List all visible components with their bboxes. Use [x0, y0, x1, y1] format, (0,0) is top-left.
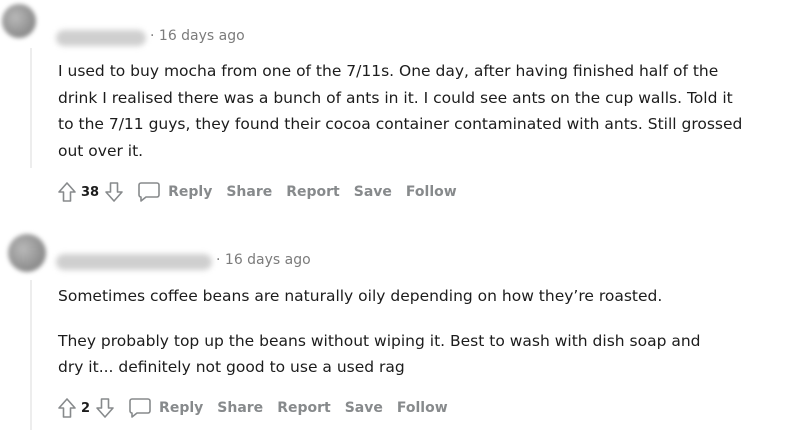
upvote-arrow-icon[interactable] [56, 396, 78, 420]
follow-button[interactable]: Follow [406, 184, 457, 200]
follow-button[interactable]: Follow [397, 400, 448, 416]
comment-body: I used to buy mocha from one of the 7/11… [58, 58, 748, 164]
reply-label: Reply [159, 400, 204, 416]
share-button[interactable]: Share [217, 400, 263, 416]
comment-meta: · 16 days ago [216, 252, 311, 268]
timestamp[interactable]: 16 days ago [159, 28, 245, 44]
reply-label: Reply [168, 184, 213, 200]
share-button[interactable]: Share [226, 184, 272, 200]
vote-count: 38 [81, 184, 100, 200]
comment-paragraph: Sometimes coffee beans are naturally oil… [58, 287, 663, 305]
thread-line[interactable] [30, 48, 32, 168]
reply-button[interactable]: Reply [137, 181, 212, 203]
speech-bubble-icon [138, 182, 160, 202]
comment-body: Sometimes coffee beans are naturally oil… [58, 283, 748, 381]
comment-actions: 2 Reply Share Report Save Follow [56, 394, 462, 422]
avatar[interactable] [8, 234, 46, 272]
comment-paragraph: I used to buy mocha from one of the 7/11… [58, 62, 743, 160]
comment-meta: · 16 days ago [150, 28, 245, 44]
comment-actions: 38 Reply Share Report Save Follow [56, 178, 471, 206]
username-redacted[interactable] [56, 30, 146, 46]
report-label: Report [277, 400, 331, 416]
downvote-arrow-icon[interactable] [103, 180, 125, 204]
avatar[interactable] [2, 4, 36, 38]
separator: · [150, 28, 155, 44]
separator: · [216, 252, 221, 268]
follow-label: Follow [405, 184, 457, 200]
share-label: Share [217, 400, 264, 416]
upvote-arrow-icon[interactable] [56, 180, 78, 204]
reply-button[interactable]: Reply [128, 397, 203, 419]
report-button[interactable]: Report [277, 400, 331, 416]
save-button[interactable]: Save [354, 184, 392, 200]
share-label: Share [226, 184, 273, 200]
comment-paragraph: They probably top up the beans without w… [58, 331, 701, 377]
report-button[interactable]: Report [286, 184, 340, 200]
username-redacted[interactable] [56, 254, 212, 270]
save-label: Save [353, 184, 392, 200]
follow-label: Follow [396, 400, 448, 416]
report-label: Report [286, 184, 340, 200]
downvote-arrow-icon[interactable] [94, 396, 116, 420]
save-label: Save [344, 400, 383, 416]
thread-line[interactable] [30, 280, 32, 430]
timestamp[interactable]: 16 days ago [225, 252, 311, 268]
speech-bubble-icon [129, 398, 151, 418]
save-button[interactable]: Save [345, 400, 383, 416]
vote-count: 2 [81, 400, 91, 416]
